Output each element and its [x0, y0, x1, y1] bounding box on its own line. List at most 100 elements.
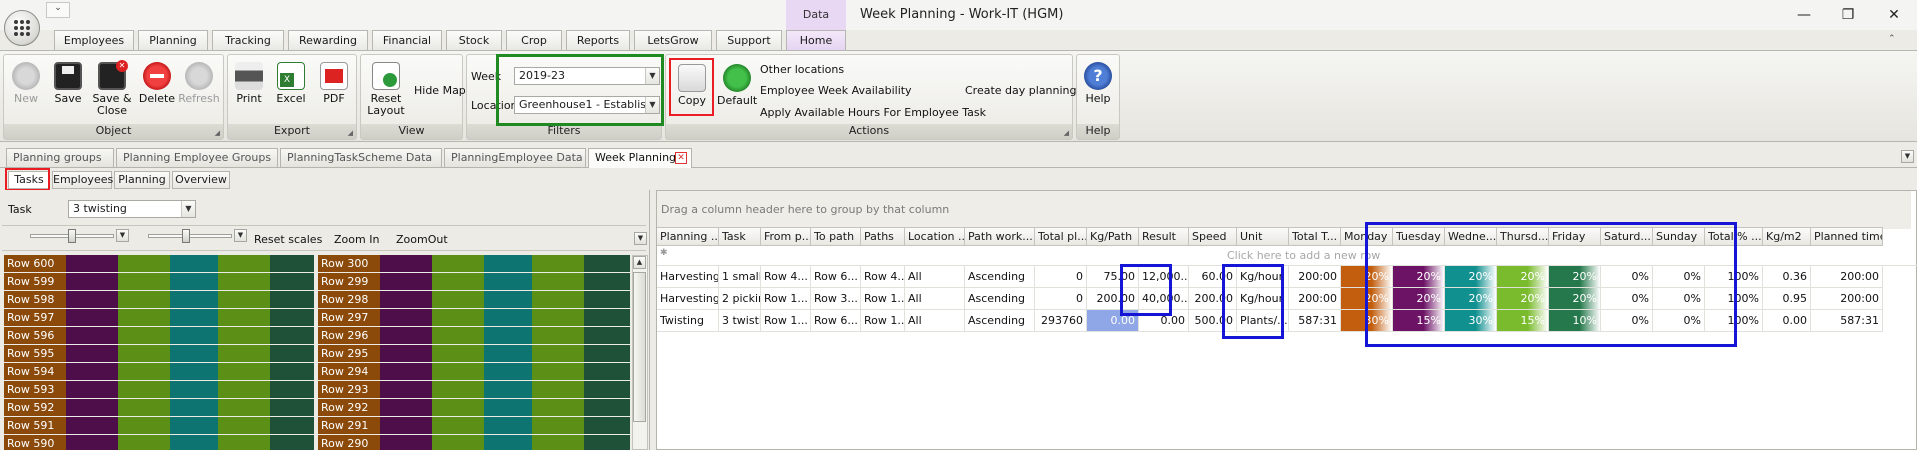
grid-cell[interactable]: 3 twisti... [719, 310, 761, 332]
grid-cell[interactable]: Row 1... [861, 310, 905, 332]
row-item[interactable]: Row 593587:31 [4, 381, 314, 398]
grid-cell[interactable]: 0.36 [1763, 266, 1811, 288]
column-header[interactable]: Speed [1189, 227, 1237, 246]
save-close-button[interactable]: ✕ Save & Close [90, 60, 134, 117]
row-item[interactable]: Row 598587:31 [4, 291, 314, 308]
doc-tab-planning-groups[interactable]: Planning groups [6, 148, 114, 167]
excel-button[interactable]: X Excel [272, 62, 310, 114]
app-menu-button[interactable] [4, 10, 40, 46]
employee-week-availability-link[interactable]: Employee Week Availability [760, 84, 912, 97]
column-header[interactable]: Kg/Path [1087, 227, 1139, 246]
row-item[interactable]: Row 597587:31 [4, 309, 314, 326]
column-header[interactable]: From p... [761, 227, 811, 246]
ribbon-tab-letsgrow[interactable]: LetsGrow [634, 30, 712, 50]
grid-cell[interactable]: Row 6... [811, 266, 861, 288]
column-header[interactable]: Kg/m2 [1763, 227, 1811, 246]
doc-tab-planningemployee-data[interactable]: PlanningEmployee Data [444, 148, 586, 167]
apply-available-hours-link[interactable]: Apply Available Hours For Employee Task [760, 106, 986, 119]
toolbar-dropdown-icon[interactable]: ▼ [634, 232, 647, 245]
row-item[interactable]: Row 297587:31 [318, 309, 630, 326]
grid-cell[interactable]: All [905, 310, 965, 332]
chevron-down-icon[interactable]: ▼ [181, 201, 195, 217]
hide-map-button[interactable]: Hide Map [414, 84, 466, 97]
group-launcher-icon[interactable]: ◢ [215, 129, 220, 137]
grid-cell[interactable]: Harvesting [657, 288, 719, 310]
grid-cell[interactable]: 0.95 [1763, 288, 1811, 310]
reset-layout-button[interactable]: Reset Layout [364, 62, 408, 117]
grid-cell[interactable]: 0 [1035, 266, 1087, 288]
grid-cell[interactable]: Row 4... [761, 266, 811, 288]
grid-cell[interactable]: 0.00 [1763, 310, 1811, 332]
column-header[interactable]: Total T... [1289, 227, 1341, 246]
scale-slider-thumb[interactable] [68, 229, 76, 243]
ribbon-tab-tracking[interactable]: Tracking [212, 30, 284, 50]
grid-cell[interactable]: Row 1... [861, 288, 905, 310]
pdf-button[interactable]: PDF [316, 62, 352, 114]
grid-cell[interactable]: 200:00 [1289, 266, 1341, 288]
grid-cell[interactable]: Row 1... [761, 288, 811, 310]
column-header[interactable]: Task [719, 227, 761, 246]
close-window-button[interactable]: ✕ [1880, 4, 1908, 26]
row-item[interactable]: Row 299587:31 [318, 273, 630, 290]
tabs-dropdown-icon[interactable]: ▼ [1901, 150, 1914, 163]
reset-scales-button[interactable]: Reset scales [254, 233, 322, 246]
column-header[interactable]: Paths [861, 227, 905, 246]
other-locations-link[interactable]: Other locations [760, 63, 844, 76]
column-header[interactable]: Planning ... [657, 227, 719, 246]
grid-cell[interactable]: Row 3... [811, 288, 861, 310]
grid-cell[interactable]: 1 small... [719, 266, 761, 288]
ribbon-tab-employees[interactable]: Employees [54, 30, 134, 50]
row-item[interactable]: Row 294587:31 [318, 363, 630, 380]
row-item[interactable]: Row 596587:31 [4, 327, 314, 344]
default-button[interactable]: Default [717, 64, 757, 116]
ribbon-tab-support[interactable]: Support [716, 30, 782, 50]
ribbon-tab-reports[interactable]: Reports [566, 30, 630, 50]
ribbon-tab-rewarding[interactable]: Rewarding [288, 30, 368, 50]
ribbon-tab-crop[interactable]: Crop [506, 30, 562, 50]
column-header[interactable]: Path work... [965, 227, 1035, 246]
row-item[interactable]: Row 592587:31 [4, 399, 314, 416]
grid-cell[interactable]: 200:00 [1811, 288, 1883, 310]
create-day-plannings-link[interactable]: Create day plannings [965, 84, 1082, 97]
grid-cell[interactable]: Ascending [965, 310, 1035, 332]
print-button[interactable]: Print [230, 62, 268, 114]
delete-button[interactable]: Delete [138, 62, 176, 114]
grid-cell[interactable]: Row 1... [761, 310, 811, 332]
doc-tab-planningtaskscheme-data[interactable]: PlanningTaskScheme Data [280, 148, 442, 167]
row-item[interactable]: Row 595587:31 [4, 345, 314, 362]
row-item[interactable]: Row 590587:31 [4, 435, 314, 450]
zoom-slider-thumb[interactable] [182, 229, 190, 243]
grid-cell[interactable]: 293760 [1035, 310, 1087, 332]
grid-cell[interactable]: Row 4... [861, 266, 905, 288]
slider-dropdown-icon[interactable]: ▼ [234, 229, 247, 242]
scroll-up-icon[interactable]: ▲ [633, 256, 646, 269]
grid-cell[interactable]: Harvesting [657, 266, 719, 288]
row-item[interactable]: Row 300587:31 [318, 255, 630, 272]
row-item[interactable]: Row 293587:31 [318, 381, 630, 398]
column-header[interactable]: Location ... [905, 227, 965, 246]
grid-cell[interactable]: All [905, 266, 965, 288]
column-header[interactable]: Total pl... [1035, 227, 1087, 246]
ribbon-tab-home[interactable]: Home [786, 30, 846, 51]
grid-cell[interactable]: Ascending [965, 266, 1035, 288]
refresh-button[interactable]: Refresh [178, 62, 220, 114]
row-item[interactable]: Row 290587:31 [318, 435, 630, 450]
row-item[interactable]: Row 298587:31 [318, 291, 630, 308]
maximize-button[interactable]: ❐ [1834, 4, 1862, 26]
quick-access-dropdown[interactable]: ⌄ [46, 2, 70, 18]
grid-cell[interactable]: Twisting [657, 310, 719, 332]
zoom-out-button[interactable]: ZoomOut [396, 233, 448, 246]
row-item[interactable]: Row 292587:31 [318, 399, 630, 416]
row-item[interactable]: Row 291587:31 [318, 417, 630, 434]
grid-cell[interactable]: 587:31 [1289, 310, 1341, 332]
row-item[interactable]: Row 295587:31 [318, 345, 630, 362]
row-item[interactable]: Row 594587:31 [4, 363, 314, 380]
tab-planning[interactable]: Planning [114, 171, 170, 189]
column-header[interactable]: Unit [1237, 227, 1289, 246]
grid-cell[interactable]: All [905, 288, 965, 310]
tab-employees[interactable]: Employees [52, 171, 113, 189]
ribbon-collapse-icon[interactable]: ⌃ [1888, 34, 1896, 44]
row-item[interactable]: Row 591587:31 [4, 417, 314, 434]
doc-tab-planning-employee-groups[interactable]: Planning Employee Groups [116, 148, 278, 167]
left-scrollbar-thumb[interactable] [633, 272, 646, 422]
